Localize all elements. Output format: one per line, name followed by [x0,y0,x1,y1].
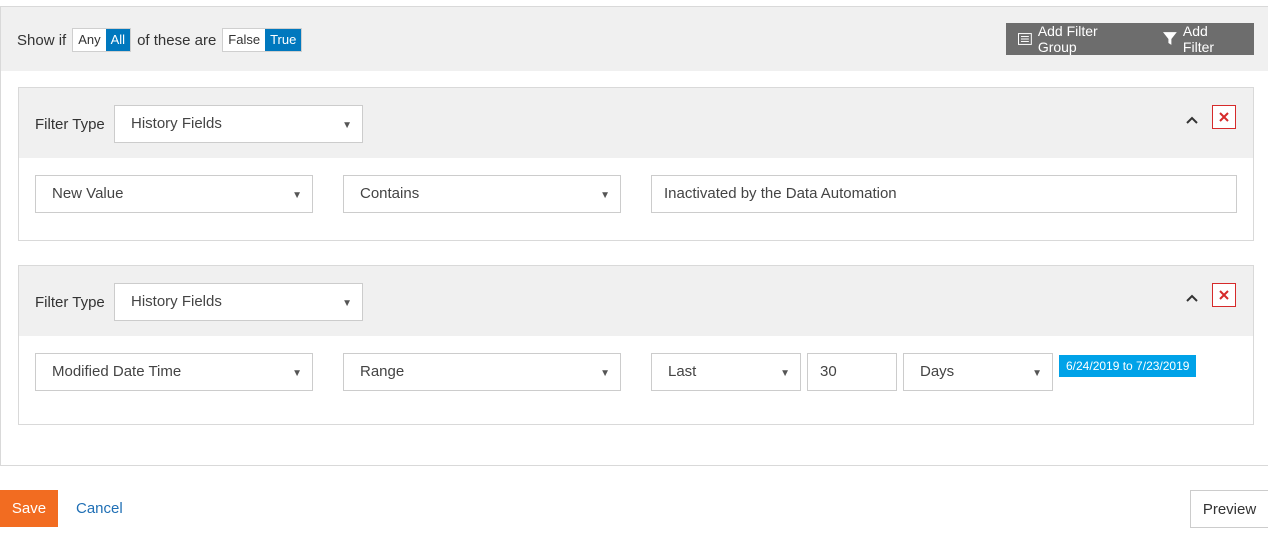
add-filter-group-label: Add Filter Group [1037,23,1098,55]
add-filter-button[interactable]: Add Filter [1151,23,1254,55]
field-select[interactable]: New Value ▼ [35,175,313,213]
close-icon [1219,112,1229,122]
range-count-input[interactable]: 30 [807,353,897,391]
operator-value: Range [360,363,405,380]
filter-condition-bar: Show if Any All of these are False True … [1,7,1268,71]
range-mode-value: Last [668,363,697,380]
funnel-icon [1163,32,1177,45]
date-range-badge: 6/24/2019 to 7/23/2019 [1059,355,1197,377]
range-count-value: 30 [820,363,837,380]
save-button[interactable]: Save [0,490,58,527]
filter-type-select[interactable]: History Fields ▼ [114,105,363,143]
filter-type-label: Filter Type [35,294,105,311]
dropdown-arrow-icon: ▼ [780,368,790,379]
filter-type-label: Filter Type [35,116,105,133]
filter-group-header: Filter Type History Fields ▼ [19,88,1253,158]
field-value: Modified Date Time [52,363,182,380]
dropdown-arrow-icon: ▼ [600,190,610,201]
show-if-label: Show if [17,31,67,49]
value-text: Inactivated by the Data Automation [664,185,897,202]
field-value: New Value [52,185,124,202]
dropdown-arrow-icon: ▼ [292,368,302,379]
dropdown-arrow-icon: ▼ [1032,368,1042,379]
operator-select[interactable]: Contains ▼ [343,175,621,213]
remove-filter-group-button[interactable] [1212,105,1236,129]
list-icon [1018,33,1032,45]
dropdown-arrow-icon: ▼ [342,120,352,131]
filter-type-value: History Fields [131,115,222,132]
any-option[interactable]: Any [73,29,105,51]
range-unit-select[interactable]: Days ▼ [903,353,1053,391]
dropdown-arrow-icon: ▼ [342,298,352,309]
preview-label: Preview [1202,500,1257,518]
field-select[interactable]: Modified Date Time ▼ [35,353,313,391]
true-false-toggle: False True [222,28,303,52]
cancel-link[interactable]: Cancel [76,500,123,517]
filter-type-value: History Fields [131,293,222,310]
filter-group-2: Filter Type History Fields ▼ Modified Da… [18,265,1254,425]
filter-type-select[interactable]: History Fields ▼ [114,283,363,321]
chevron-up-icon [1186,294,1198,302]
value-input[interactable]: Inactivated by the Data Automation [651,175,1237,213]
collapse-button[interactable] [1183,286,1201,310]
collapse-button[interactable] [1183,108,1201,132]
any-all-toggle: Any All [72,28,132,52]
dropdown-arrow-icon: ▼ [292,190,302,201]
filter-builder-panel: Show if Any All of these are False True … [0,6,1268,466]
chevron-up-icon [1186,116,1198,124]
filter-group-1: Filter Type History Fields ▼ New Value ▼… [18,87,1254,241]
of-these-are-label: of these are [137,31,217,49]
true-option[interactable]: True [265,29,302,51]
add-filter-label: Add Filter [1182,23,1215,55]
preview-button[interactable]: Preview [1190,490,1268,528]
close-icon [1219,290,1229,300]
dropdown-arrow-icon: ▼ [600,368,610,379]
filter-actions: Add Filter Group Add Filter [1006,23,1254,55]
filter-group-header: Filter Type History Fields ▼ [19,266,1253,336]
all-option[interactable]: All [105,29,131,51]
add-filter-group-button[interactable]: Add Filter Group [1006,23,1151,55]
false-option[interactable]: False [223,29,265,51]
range-unit-value: Days [920,363,955,380]
operator-select[interactable]: Range ▼ [343,353,621,391]
operator-value: Contains [360,185,420,202]
condition-sentence: Show if Any All of these are False True [17,28,308,52]
range-mode-select[interactable]: Last ▼ [651,353,801,391]
save-label: Save [11,500,47,517]
remove-filter-group-button[interactable] [1212,283,1236,307]
